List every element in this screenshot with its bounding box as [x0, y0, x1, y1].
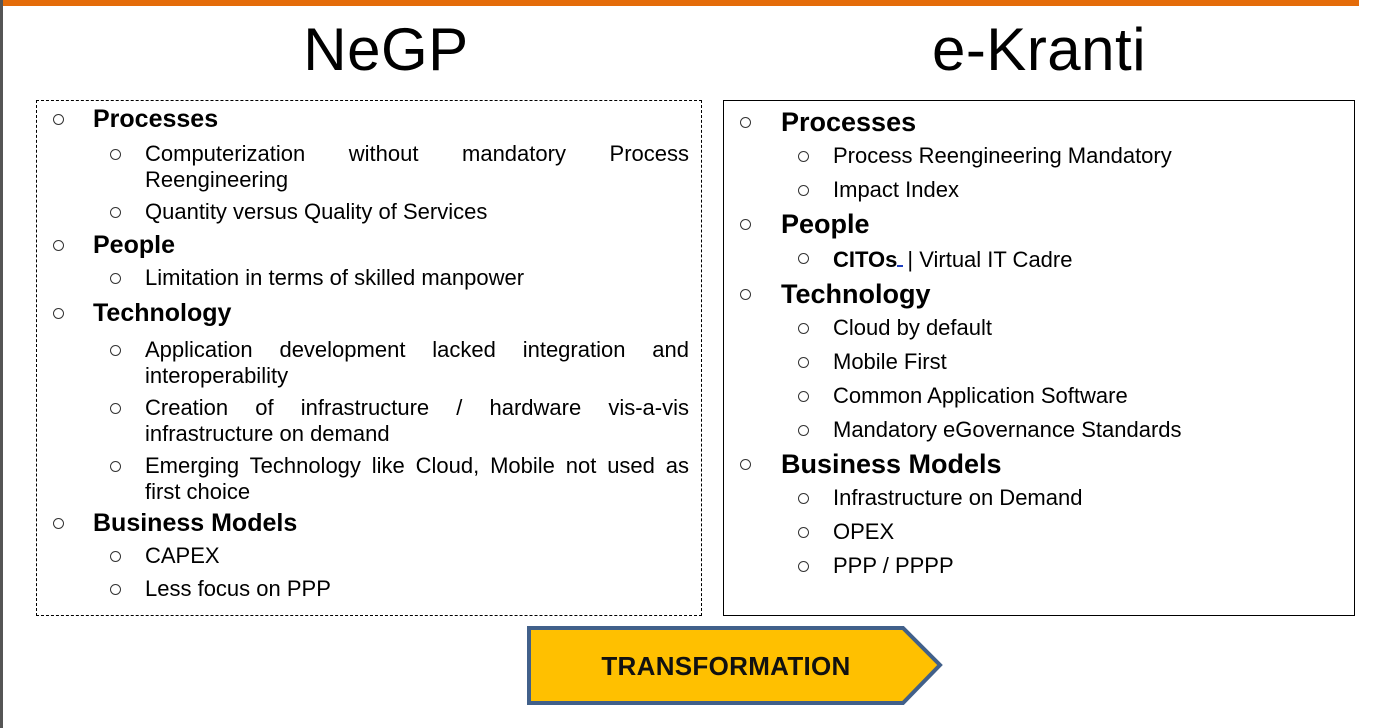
circle-bullet-icon: [110, 345, 121, 356]
list-item: CAPEX: [37, 543, 701, 569]
list-item: Less focus on PPP: [37, 576, 701, 602]
ekranti-category-technology: Technology Cloud by default Mobile First…: [724, 275, 1354, 443]
circle-bullet-icon: [110, 149, 121, 160]
circle-bullet-icon: [110, 273, 121, 284]
citos-label: CITOs: [833, 247, 898, 272]
category-label: People: [93, 230, 175, 259]
list-item: Common Application Software: [724, 383, 1354, 409]
circle-bullet-icon: [110, 461, 121, 472]
circle-bullet-icon: [798, 323, 809, 334]
list-item: Computerization without mandatory Proces…: [37, 141, 701, 193]
circle-bullet-icon: [110, 403, 121, 414]
circle-bullet-icon: [53, 239, 64, 251]
category-label: Business Models: [781, 448, 1002, 479]
negp-category-people: People Limitation in terms of skilled ma…: [37, 227, 701, 291]
transformation-label: TRANSFORMATION: [601, 650, 851, 681]
ekranti-panel: Processes Process Reengineering Mandator…: [723, 100, 1355, 616]
ekranti-category-business-models: Business Models Infrastructure on Demand…: [724, 445, 1354, 579]
circle-bullet-icon: [798, 357, 809, 368]
circle-bullet-icon: [798, 391, 809, 402]
top-accent-bar: [0, 0, 1359, 6]
circle-bullet-icon: [798, 151, 809, 162]
list-item: Mobile First: [724, 349, 1354, 375]
virtual-it-cadre-label: | Virtual IT Cadre: [907, 247, 1073, 272]
list-item: Cloud by default: [724, 315, 1354, 341]
circle-bullet-icon: [740, 116, 751, 128]
circle-bullet-icon: [110, 551, 121, 562]
negp-category-processes: Processes Computerization without mandat…: [37, 103, 701, 225]
category-label: Technology: [781, 278, 931, 309]
list-item: Emerging Technology like Cloud, Mobile n…: [37, 453, 701, 505]
list-item: Mandatory eGovernance Standards: [724, 417, 1354, 443]
category-label: People: [781, 208, 870, 239]
circle-bullet-icon: [798, 527, 809, 538]
circle-bullet-icon: [740, 218, 751, 230]
negp-category-technology: Technology Application development lacke…: [37, 295, 701, 505]
circle-bullet-icon: [798, 561, 809, 572]
list-item: CITOs | Virtual IT Cadre: [724, 245, 1354, 273]
category-label: Processes: [93, 104, 219, 133]
circle-bullet-icon: [53, 113, 64, 125]
circle-bullet-icon: [798, 493, 809, 504]
circle-bullet-icon: [798, 185, 809, 196]
circle-bullet-icon: [740, 288, 751, 300]
list-item: Process Reengineering Mandatory: [724, 143, 1354, 169]
negp-title: NeGP: [303, 16, 469, 83]
circle-bullet-icon: [110, 584, 121, 595]
list-item: PPP / PPPP: [724, 553, 1354, 579]
circle-bullet-icon: [53, 307, 64, 319]
negp-panel: Processes Computerization without mandat…: [36, 100, 702, 616]
circle-bullet-icon: [53, 517, 64, 529]
list-item: Infrastructure on Demand: [724, 485, 1354, 511]
ekranti-title: e-Kranti: [931, 16, 1147, 83]
ekranti-category-people: People CITOs | Virtual IT Cadre: [724, 205, 1354, 273]
list-item: Application development lacked integrati…: [37, 337, 701, 389]
list-item: Impact Index: [724, 177, 1354, 203]
category-label: Technology: [93, 298, 232, 327]
circle-bullet-icon: [740, 458, 751, 470]
list-item: Creation of infrastructure / hardware vi…: [37, 395, 701, 447]
transformation-arrow: TRANSFORMATION: [526, 625, 946, 707]
list-item: OPEX: [724, 519, 1354, 545]
circle-bullet-icon: [110, 207, 121, 218]
list-item: Quantity versus Quality of Services: [37, 199, 701, 225]
list-item: Limitation in terms of skilled manpower: [37, 265, 701, 291]
circle-bullet-icon: [798, 253, 809, 264]
ekranti-category-processes: Processes Process Reengineering Mandator…: [724, 105, 1354, 203]
circle-bullet-icon: [798, 425, 809, 436]
left-edge-bar: [0, 0, 3, 728]
category-label: Business Models: [93, 508, 298, 537]
negp-category-business-models: Business Models CAPEX Less focus on PPP: [37, 505, 701, 602]
hyperlink-underline[interactable]: [897, 245, 904, 267]
category-label: Processes: [781, 106, 917, 137]
